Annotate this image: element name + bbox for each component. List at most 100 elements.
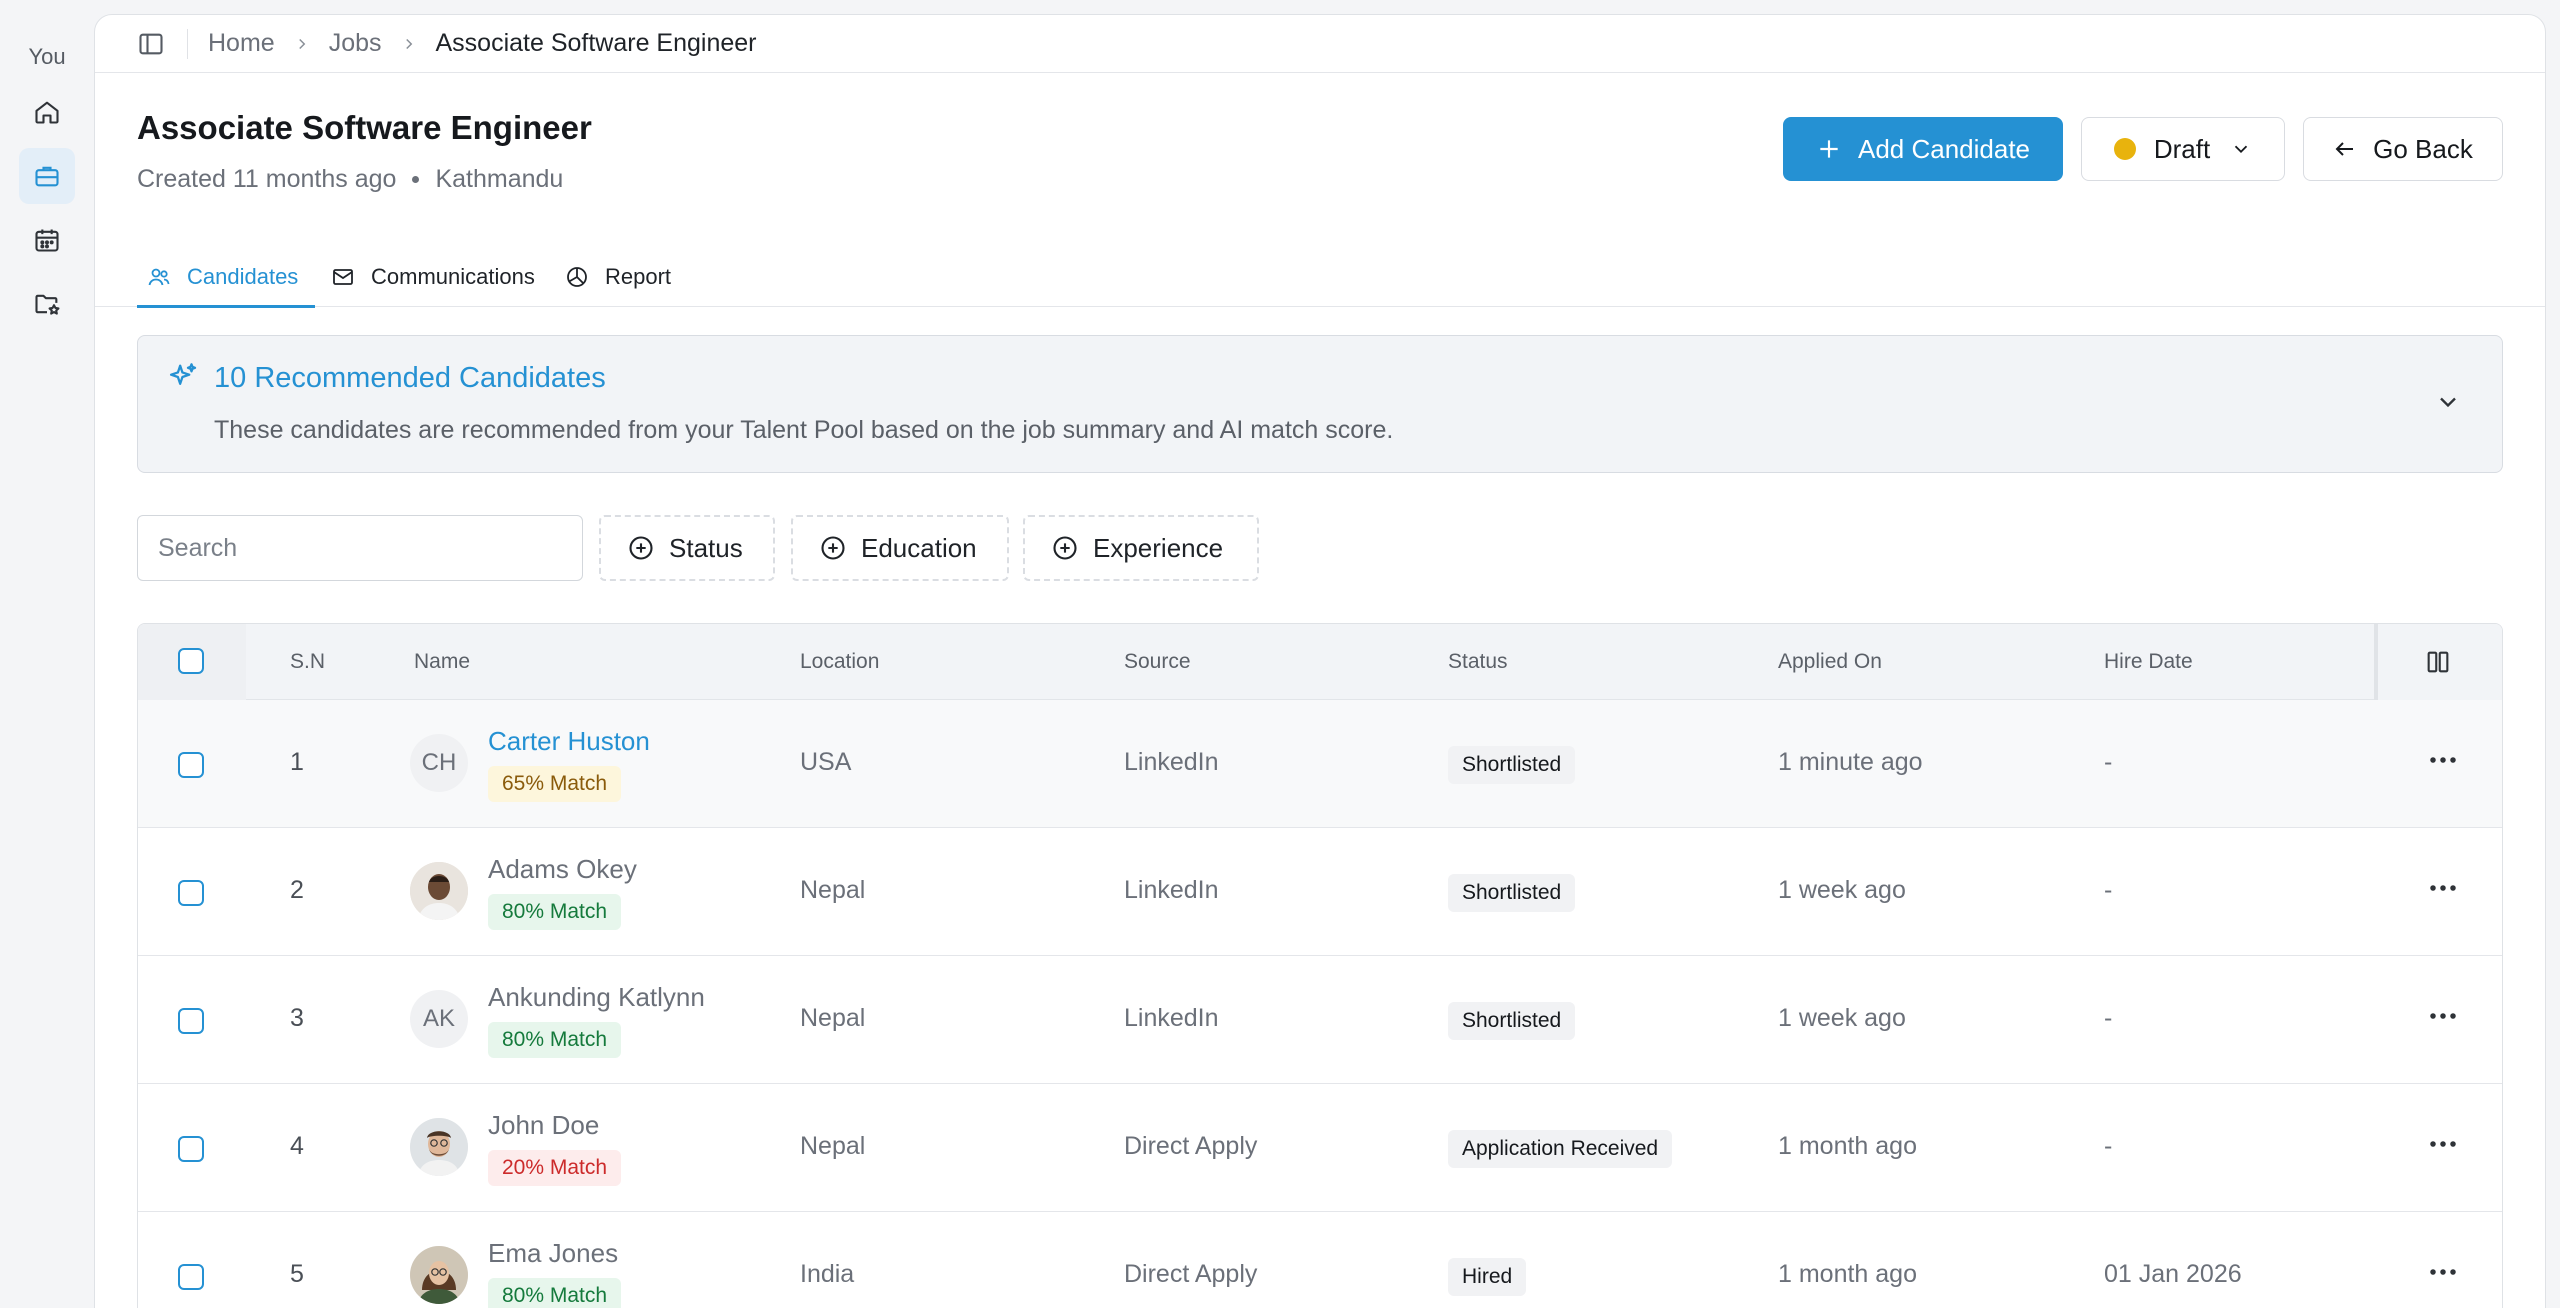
folder-star-icon [35,294,60,315]
header-sn: S.N [290,650,326,673]
page-title: Associate Software Engineer [137,109,592,146]
row-applied-on: 1 month ago [1778,1260,1917,1288]
calendar-icon [35,229,59,252]
more-horizontal-icon[interactable] [2428,750,2458,770]
table-row[interactable]: 3 AK Ankunding Katlynn 80% Match Nepal L… [138,956,2502,1084]
header-applied-on[interactable]: Applied On [1778,650,1882,674]
sidebar-toggle-button[interactable] [137,30,165,58]
row-source: LinkedIn [1124,876,1219,904]
left-rail: You [0,0,94,1308]
row-hire-date: - [2104,1132,2113,1160]
match-badge: 80% Match [488,894,622,930]
experience-filter-button[interactable]: Experience [1023,515,1259,581]
row-source: LinkedIn [1124,748,1219,776]
sparkles-icon [169,363,197,385]
row-checkbox[interactable] [178,880,204,906]
row-sn: 4 [290,1132,304,1160]
table-row[interactable]: 2 Adams Okey 80% Match Nepal LinkedIn Sh… [138,828,2502,956]
job-location: Kathmandu [435,165,564,193]
briefcase-icon [35,166,59,187]
job-status-dropdown[interactable]: Draft [2081,117,2285,181]
home-icon [35,101,59,124]
match-badge: 20% Match [488,1150,622,1186]
row-checkbox[interactable] [178,1008,204,1034]
more-horizontal-icon[interactable] [2428,1134,2458,1154]
rail-calendar-button[interactable] [19,212,75,268]
row-checkbox[interactable] [178,752,204,778]
row-source: LinkedIn [1124,1004,1219,1032]
row-hire-date: - [2104,748,2113,776]
add-candidate-button[interactable]: Add Candidate [1783,117,2063,181]
header-location[interactable]: Location [800,650,879,674]
header-status[interactable]: Status [1448,650,1508,674]
more-horizontal-icon[interactable] [2428,878,2458,898]
candidate-name[interactable]: Carter Huston [488,726,650,757]
recommendation-description: These candidates are recommended from yo… [214,416,1394,444]
search-input[interactable] [137,515,583,581]
recommendation-title: 10 Recommended Candidates [214,362,606,394]
tab-communications[interactable]: Communications [331,247,535,307]
row-sn: 5 [290,1260,304,1288]
columns-icon[interactable] [2424,648,2452,676]
plus-circle-icon [629,536,653,560]
plus-circle-icon [1053,536,1077,560]
select-all-checkbox[interactable] [178,648,204,674]
row-sn: 1 [290,748,304,776]
candidate-name[interactable]: Adams Okey [488,854,637,885]
job-meta: Created 11 months ago Kathmandu [137,165,563,194]
status-dot [2113,138,2136,160]
rail-home-button[interactable] [19,84,75,140]
row-location: Nepal [800,1132,866,1160]
row-checkbox[interactable] [178,1264,204,1290]
breadcrumb-home[interactable]: Home [208,29,275,58]
avatar [410,1246,468,1304]
rail-jobs-button[interactable] [19,148,75,204]
job-created: Created 11 months ago [137,165,397,193]
candidate-name[interactable]: John Doe [488,1110,599,1141]
row-location: India [800,1260,855,1288]
row-applied-on: 1 minute ago [1778,748,1923,776]
table-row[interactable]: 1 CH Carter Huston 65% Match USA LinkedI… [138,700,2502,828]
tab-report[interactable]: Report [565,247,671,307]
plus-icon [1820,140,1838,158]
avatar: AK [410,990,468,1048]
status-badge: Shortlisted [1448,746,1576,784]
status-badge: Shortlisted [1448,874,1576,912]
rail-talent-pool-button[interactable] [19,276,75,332]
user-label: You [28,44,66,69]
row-sn: 3 [290,1004,304,1032]
chevron-down-icon[interactable] [2434,388,2462,416]
status-filter-button[interactable]: Status [599,515,775,581]
more-horizontal-icon[interactable] [2428,1006,2458,1026]
avatar-photo [410,862,468,920]
avatar [410,1118,468,1176]
table-row[interactable]: 5 Ema Jones 80% Match India Direct Apply… [138,1212,2502,1308]
sidebar-icon [139,33,163,54]
header-name[interactable]: Name [414,650,470,674]
candidate-name[interactable]: Ankunding Katlynn [488,982,705,1013]
row-source: Direct Apply [1124,1260,1258,1288]
candidate-name[interactable]: Ema Jones [488,1238,618,1269]
more-horizontal-icon[interactable] [2428,1262,2458,1282]
go-back-button[interactable]: Go Back [2303,117,2503,181]
divider [187,28,188,59]
match-badge: 80% Match [488,1278,622,1308]
mail-icon [333,269,353,285]
row-applied-on: 1 week ago [1778,876,1906,904]
row-source: Direct Apply [1124,1132,1258,1160]
table-header: S.N Name Location Source Status Applied … [138,624,2502,700]
header-source[interactable]: Source [1124,650,1191,674]
education-filter-button[interactable]: Education [791,515,1009,581]
table-row[interactable]: 4 John Doe 20% Match Nepal Direct Apply … [138,1084,2502,1212]
header-hire-date[interactable]: Hire Date [2104,650,2193,674]
breadcrumb-jobs[interactable]: Jobs [329,29,382,58]
row-checkbox[interactable] [178,1136,204,1162]
recommended-candidates-banner[interactable]: 10 Recommended Candidates These candidat… [137,335,2503,473]
avatar: CH [410,734,468,792]
tab-candidates[interactable]: Candidates [137,247,315,308]
row-sn: 2 [290,876,304,904]
row-location: Nepal [800,876,866,904]
row-applied-on: 1 month ago [1778,1132,1917,1160]
users-icon [148,268,170,286]
avatar-photo [410,1118,468,1176]
